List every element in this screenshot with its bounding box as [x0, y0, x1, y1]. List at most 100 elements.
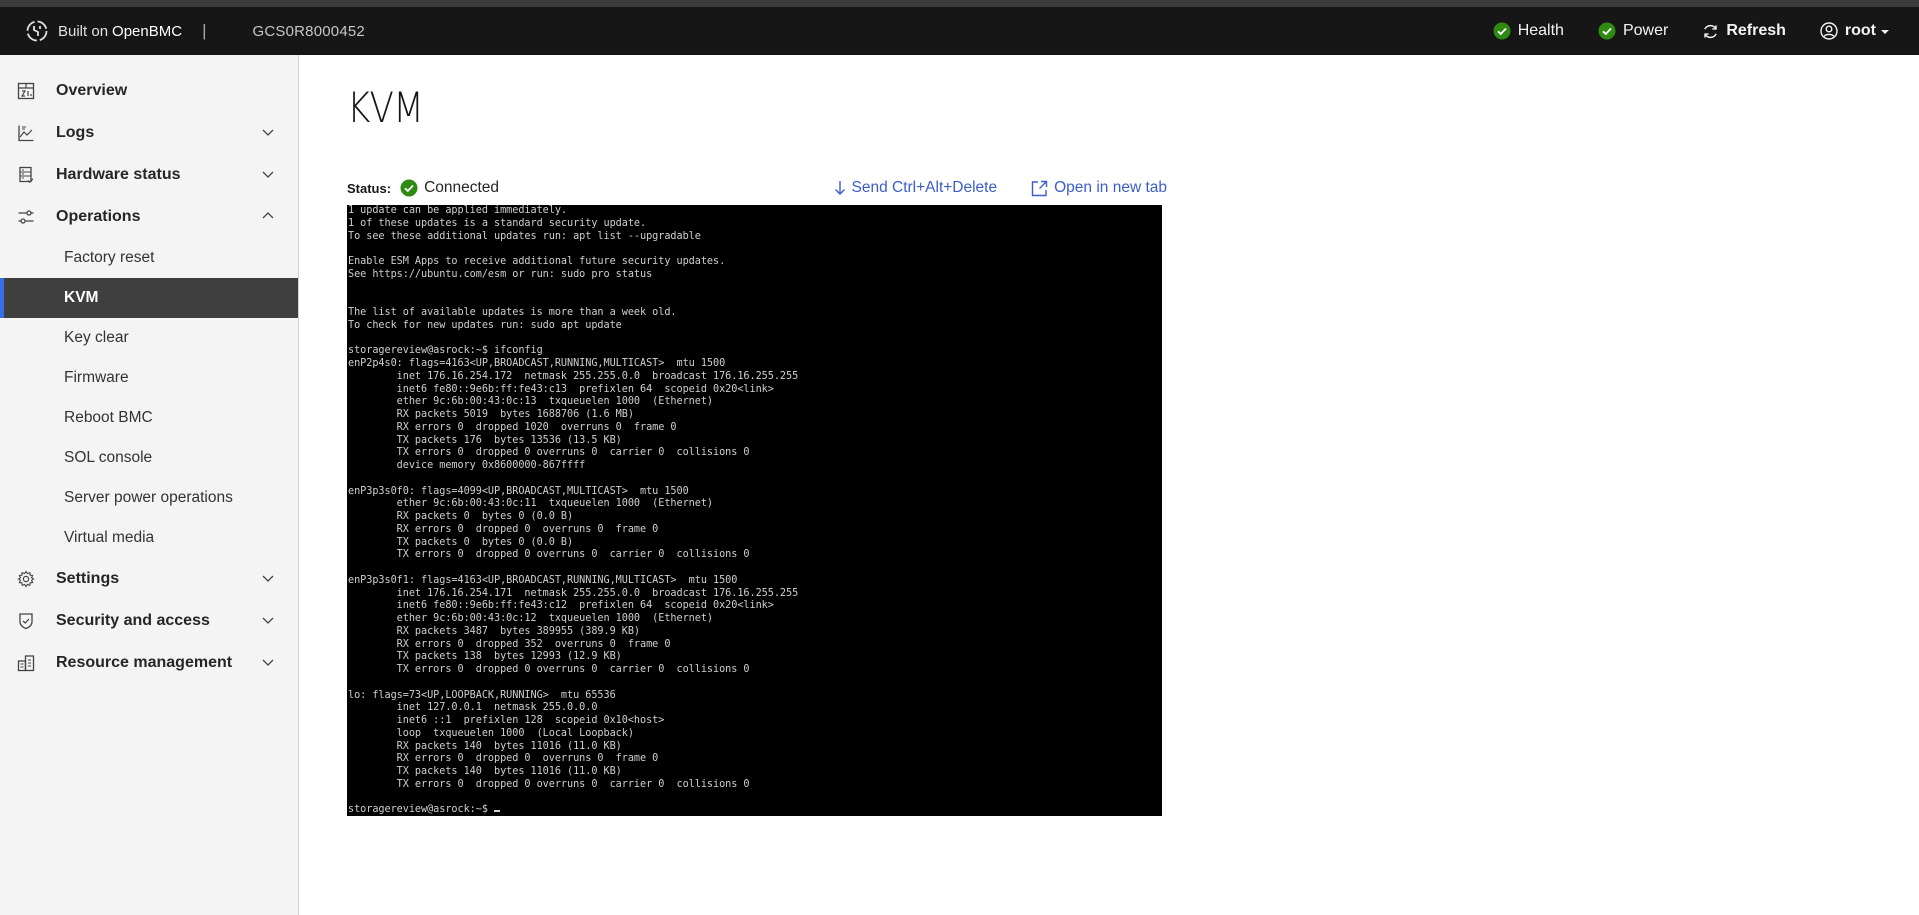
refresh-button[interactable]: Refresh [1702, 22, 1786, 40]
power-ok-icon [1598, 22, 1616, 40]
sidebar-subitem-label: Server power operations [64, 489, 233, 506]
sidebar-item-reboot-bmc[interactable]: Reboot BMC [0, 398, 298, 438]
console-line: device memory 0x8600000-867ffff [348, 460, 586, 471]
sidebar-item-resource-management[interactable]: Resource management [0, 642, 298, 684]
power-label: Power [1622, 22, 1669, 39]
console-line: ether 9c:6b:00:43:0c:12 txqueuelen 1000 … [348, 613, 714, 624]
chevron-down-icon [261, 655, 275, 674]
sidebar-subitem-label: Factory reset [64, 249, 155, 266]
console-line: enP3p3s0f0: flags=4099<UP,BROADCAST,MULT… [348, 485, 689, 497]
console-line: ether 9c:6b:00:43:0c:11 txqueuelen 1000 … [348, 498, 714, 510]
console-line: To check for new updates run: sudo apt u… [348, 319, 622, 331]
browser-top-strip [0, 0, 1919, 7]
health-ok-icon [1493, 22, 1511, 40]
arrow-down-icon [834, 180, 846, 196]
console-line: inet6 fe80::9e6b:ff:fe43:c13 prefixlen 6… [348, 383, 774, 395]
console-line: TX packets 0 bytes 0 (0.0 B) [348, 536, 574, 548]
open-in-new-tab-button[interactable]: Open in new tab [1031, 179, 1167, 197]
console-line: RX errors 0 dropped 0 overruns 0 frame 0 [348, 523, 659, 535]
openbmc-logo-icon [26, 20, 48, 42]
page-title: KVM [347, 83, 424, 132]
sidebar-item-server-power-operations[interactable]: Server power operations [0, 478, 298, 518]
sidebar-item-settings[interactable]: Settings [0, 558, 298, 600]
sidebar-subitem-label: KVM [64, 289, 99, 306]
console-line: inet6 ::1 prefixlen 128 scopeid 0x10<hos… [348, 715, 665, 726]
app-header: Built on OpenBMC | GCS0R8000452 Health P… [0, 7, 1919, 55]
sidebar-item-operations[interactable]: Operations [0, 196, 298, 238]
sidebar-item-key-clear[interactable]: Key clear [0, 318, 298, 358]
sidebar-item-label: Logs [56, 124, 95, 141]
launch-icon [1031, 180, 1048, 197]
console-line: inet 127.0.0.1 netmask 255.0.0.0 [348, 702, 598, 714]
console-line: RX errors 0 dropped 1020 overruns 0 fram… [348, 421, 677, 433]
sidebar-item-label: Security and access [56, 612, 210, 629]
console-line: TX packets 140 bytes 11016 (11.0 KB) [348, 766, 622, 777]
send-ctrl-alt-delete-button[interactable]: Send Ctrl+Alt+Delete [834, 179, 998, 197]
sidebar-item-virtual-media[interactable]: Virtual media [0, 518, 298, 558]
chevron-down-icon [261, 125, 275, 144]
console-line: 1 update can be applied immediately. [348, 205, 568, 216]
sidebar-item-kvm[interactable]: KVM [0, 278, 298, 318]
sidebar-item-logs[interactable]: Logs [0, 112, 298, 154]
console-line: RX packets 0 bytes 0 (0.0 B) [348, 511, 574, 522]
console-cursor [494, 810, 501, 813]
shield-check-icon [17, 612, 35, 630]
console-line: The list of available updates is more th… [348, 307, 677, 318]
kvm-console-screen[interactable]: 1 update can be applied immediately. 1 o… [347, 205, 1162, 816]
console-line: TX errors 0 dropped 0 overruns 0 carrier… [348, 664, 750, 675]
status-value: Connected [424, 179, 500, 196]
console-line: Enable ESM Apps to receive additional fu… [348, 256, 726, 267]
gear-icon [17, 570, 35, 588]
sliders-icon [17, 208, 35, 226]
console-line: inet6 fe80::9e6b:ff:fe43:c12 prefixlen 6… [348, 600, 774, 612]
sidebar-item-hardware-status[interactable]: Hardware status [0, 154, 298, 196]
brand-prefix: Built on [58, 22, 109, 40]
sidebar: Overview Logs Hardware status Operations… [0, 55, 299, 915]
console-line: TX packets 138 bytes 12993 (12.9 KB) [348, 651, 622, 663]
sidebar-item-firmware[interactable]: Firmware [0, 358, 298, 398]
health-status[interactable]: Health [1493, 22, 1564, 40]
console-line: loop txqueuelen 1000 (Local Loopback) [348, 727, 634, 739]
console-line: RX packets 140 bytes 11016 (11.0 KB) [348, 740, 622, 752]
sidebar-subitem-label: Key clear [64, 329, 129, 346]
console-output: 1 update can be applied immediately. 1 o… [347, 205, 1162, 816]
console-line: storagereview@asrock:~$ ifconfig [348, 345, 543, 357]
console-line: RX packets 5019 bytes 1688706 (1.6 MB) [348, 409, 634, 420]
console-line: TX errors 0 dropped 0 overruns 0 carrier… [348, 549, 750, 561]
sidebar-subitem-label: Reboot BMC [64, 409, 153, 426]
dashboard-icon [17, 82, 35, 100]
sidebar-item-security-and-access[interactable]: Security and access [0, 600, 298, 642]
sidebar-item-label: Hardware status [56, 166, 181, 183]
console-line: storagereview@asrock:~$ [348, 804, 495, 816]
caret-down-icon [1881, 30, 1889, 34]
console-line: enP3p3s0f1: flags=4163<UP,BROADCAST,RUNN… [348, 574, 738, 586]
sidebar-subitem-label: Firmware [64, 369, 129, 386]
sidebar-item-overview[interactable]: Overview [0, 70, 298, 112]
server-check-icon [17, 166, 35, 184]
brand[interactable]: Built on OpenBMC [26, 20, 182, 42]
health-label: Health [1517, 22, 1564, 39]
chart-icon [17, 124, 35, 142]
sidebar-item-sol-console[interactable]: SOL console [0, 438, 298, 478]
console-line: TX errors 0 dropped 0 overruns 0 carrier… [348, 778, 750, 790]
console-line: 1 of these updates is a standard securit… [348, 217, 647, 229]
console-line: inet 176.16.254.171 netmask 255.255.0.0 … [348, 587, 799, 599]
sidebar-item-label: Resource management [56, 654, 233, 671]
resource-icon [17, 654, 35, 672]
chevron-down-icon [261, 613, 275, 632]
console-line: lo: flags=73<UP,LOOPBACK,RUNNING> mtu 65… [348, 689, 616, 701]
main-content: KVM Status: Connected Send Ctrl+Alt+Dele… [300, 55, 1919, 915]
open-in-new-tab-label: Open in new tab [1054, 179, 1167, 196]
sidebar-item-factory-reset[interactable]: Factory reset [0, 238, 298, 278]
console-line: RX errors 0 dropped 0 overruns 0 frame 0 [348, 753, 659, 765]
sidebar-item-label: Overview [56, 82, 128, 99]
connected-check-icon [400, 179, 418, 197]
send-ctrl-alt-delete-label: Send Ctrl+Alt+Delete [851, 179, 998, 196]
user-avatar-icon [1820, 22, 1838, 40]
console-line: See https://ubuntu.com/esm or run: sudo … [348, 268, 653, 280]
sidebar-item-label: Settings [56, 570, 120, 587]
refresh-label: Refresh [1726, 22, 1786, 39]
user-menu[interactable]: root [1820, 22, 1889, 40]
power-status[interactable]: Power [1598, 22, 1668, 40]
console-line: inet 176.16.254.172 netmask 255.255.0.0 … [348, 370, 799, 382]
